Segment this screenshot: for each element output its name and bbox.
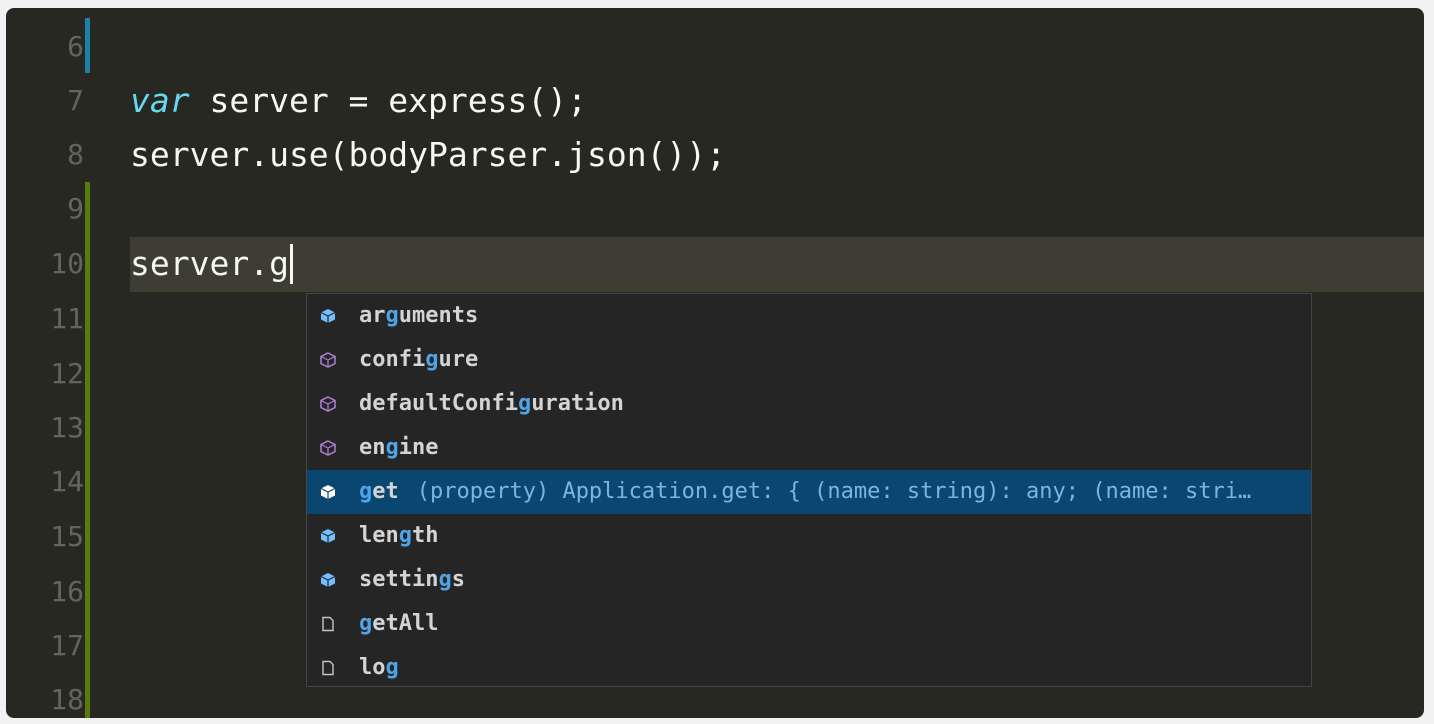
line-number: 18 [50, 683, 84, 716]
property-icon [320, 485, 336, 499]
suggest-item-selected[interactable]: get (property) Application.get: { (name: … [307, 470, 1311, 514]
suggest-item[interactable]: arguments [307, 294, 1311, 338]
line-number: 13 [50, 411, 84, 444]
line-number: 17 [50, 629, 84, 662]
suggest-label: configure [359, 347, 479, 372]
text-cursor [289, 243, 293, 284]
line-number: 12 [50, 357, 84, 390]
line-number: 10 [50, 247, 84, 280]
line-number: 7 [67, 84, 84, 117]
suggest-item[interactable]: engine [307, 426, 1311, 470]
code-text: server = express(); [189, 81, 587, 120]
line-number: 8 [67, 138, 84, 171]
keyword: var [130, 81, 190, 120]
suggest-item[interactable]: log [307, 646, 1311, 686]
suggest-item[interactable]: defaultConfiguration [307, 382, 1311, 426]
suggest-item[interactable]: configure [307, 338, 1311, 382]
line-number: 9 [67, 192, 84, 225]
property-icon [320, 309, 336, 323]
code-line-10[interactable]: server.g [130, 237, 293, 291]
line-number: 16 [50, 575, 84, 608]
current-line-highlight [130, 237, 1424, 292]
code-line-8[interactable]: server.use(bodyParser.json()); [130, 128, 726, 182]
suggest-label: log [359, 655, 399, 680]
suggest-label: length [359, 523, 439, 548]
suggest-widget[interactable]: arguments configure defaultConfiguration… [306, 293, 1312, 687]
code-text: server.g [130, 244, 289, 283]
git-added-marker[interactable] [85, 182, 90, 718]
suggest-item[interactable]: settings [307, 558, 1311, 602]
suggest-item[interactable]: getAll [307, 602, 1311, 646]
line-number: 6 [67, 30, 84, 63]
line-number: 15 [50, 520, 84, 553]
method-icon [320, 440, 336, 456]
suggest-label: getAll [359, 611, 439, 636]
suggest-label: defaultConfiguration [359, 391, 624, 416]
line-number: 14 [50, 465, 84, 498]
method-icon [320, 352, 336, 368]
property-icon [320, 573, 336, 587]
method-icon [320, 396, 336, 412]
line-number: 11 [50, 302, 84, 335]
suggest-item[interactable]: length [307, 514, 1311, 558]
suggest-label: engine [359, 435, 439, 460]
property-icon [320, 529, 336, 543]
code-line-7[interactable]: var server = express(); [130, 74, 587, 128]
file-icon [322, 660, 334, 676]
suggest-detail: (property) Application.get: { (name: str… [416, 479, 1252, 504]
suggest-label: arguments [359, 303, 479, 328]
code-editor[interactable]: 6 7 8 9 10 11 12 13 14 15 16 17 18 var s… [6, 8, 1424, 718]
git-modified-marker[interactable] [85, 18, 90, 73]
suggest-label: get (property) Application.get: { (name: … [359, 479, 1252, 504]
suggest-label: settings [359, 567, 465, 592]
file-icon [322, 616, 334, 632]
